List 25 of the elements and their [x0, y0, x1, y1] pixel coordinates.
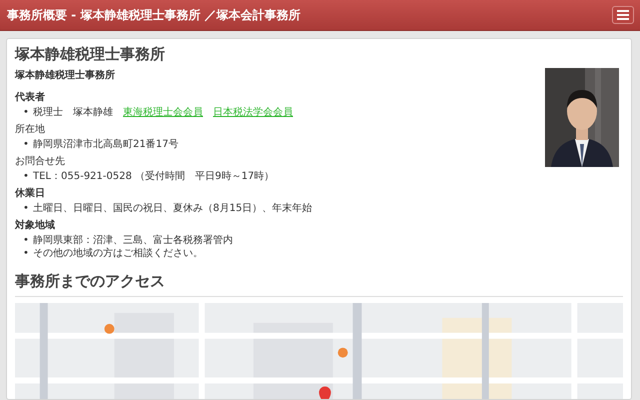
bullet: •: [23, 106, 30, 119]
page-title: 事務所概要 - 塚本静雄税理士事務所 ／塚本会計事務所: [7, 6, 301, 24]
section-heading: 所在地: [15, 122, 46, 136]
office-name: 塚本静雄税理士事務所: [15, 68, 116, 82]
section-heading: お問合せ先: [15, 154, 66, 168]
section-heading: 休業日: [15, 186, 46, 200]
list-item-text: その他の地域の方はご相談ください。: [33, 248, 203, 259]
member-link[interactable]: 日本税法学会会員: [213, 107, 293, 118]
section-title: 事務所までのアクセス: [15, 272, 623, 297]
bullet: •: [23, 138, 30, 151]
list-item-text: TEL：055-921-0528 （受付時間 平日9時～17時）: [33, 171, 274, 182]
bullet: •: [23, 170, 30, 183]
list-item-text: 土曜日、日曜日、国民の祝日、夏休み（8月15日）、年末年始: [33, 203, 312, 214]
menu-button[interactable]: [612, 6, 634, 24]
section-heading: 代表者: [15, 90, 46, 104]
section-heading: 対象地域: [15, 218, 56, 232]
list-item-text: 静岡県沼津市北高島町21番17号: [33, 139, 178, 150]
list-item-text: 静岡県東部：沼津、三島、富士各税務署管内: [33, 235, 233, 246]
list-item-text: 税理士 塚本静雄: [33, 107, 113, 118]
bullet: •: [23, 202, 30, 215]
bullet: •: [23, 234, 30, 247]
member-link[interactable]: 東海税理士会会員: [123, 107, 203, 118]
office-title: 塚本静雄税理士事務所: [15, 45, 166, 64]
menu-icon: [617, 10, 629, 20]
bullet: •: [23, 247, 30, 260]
